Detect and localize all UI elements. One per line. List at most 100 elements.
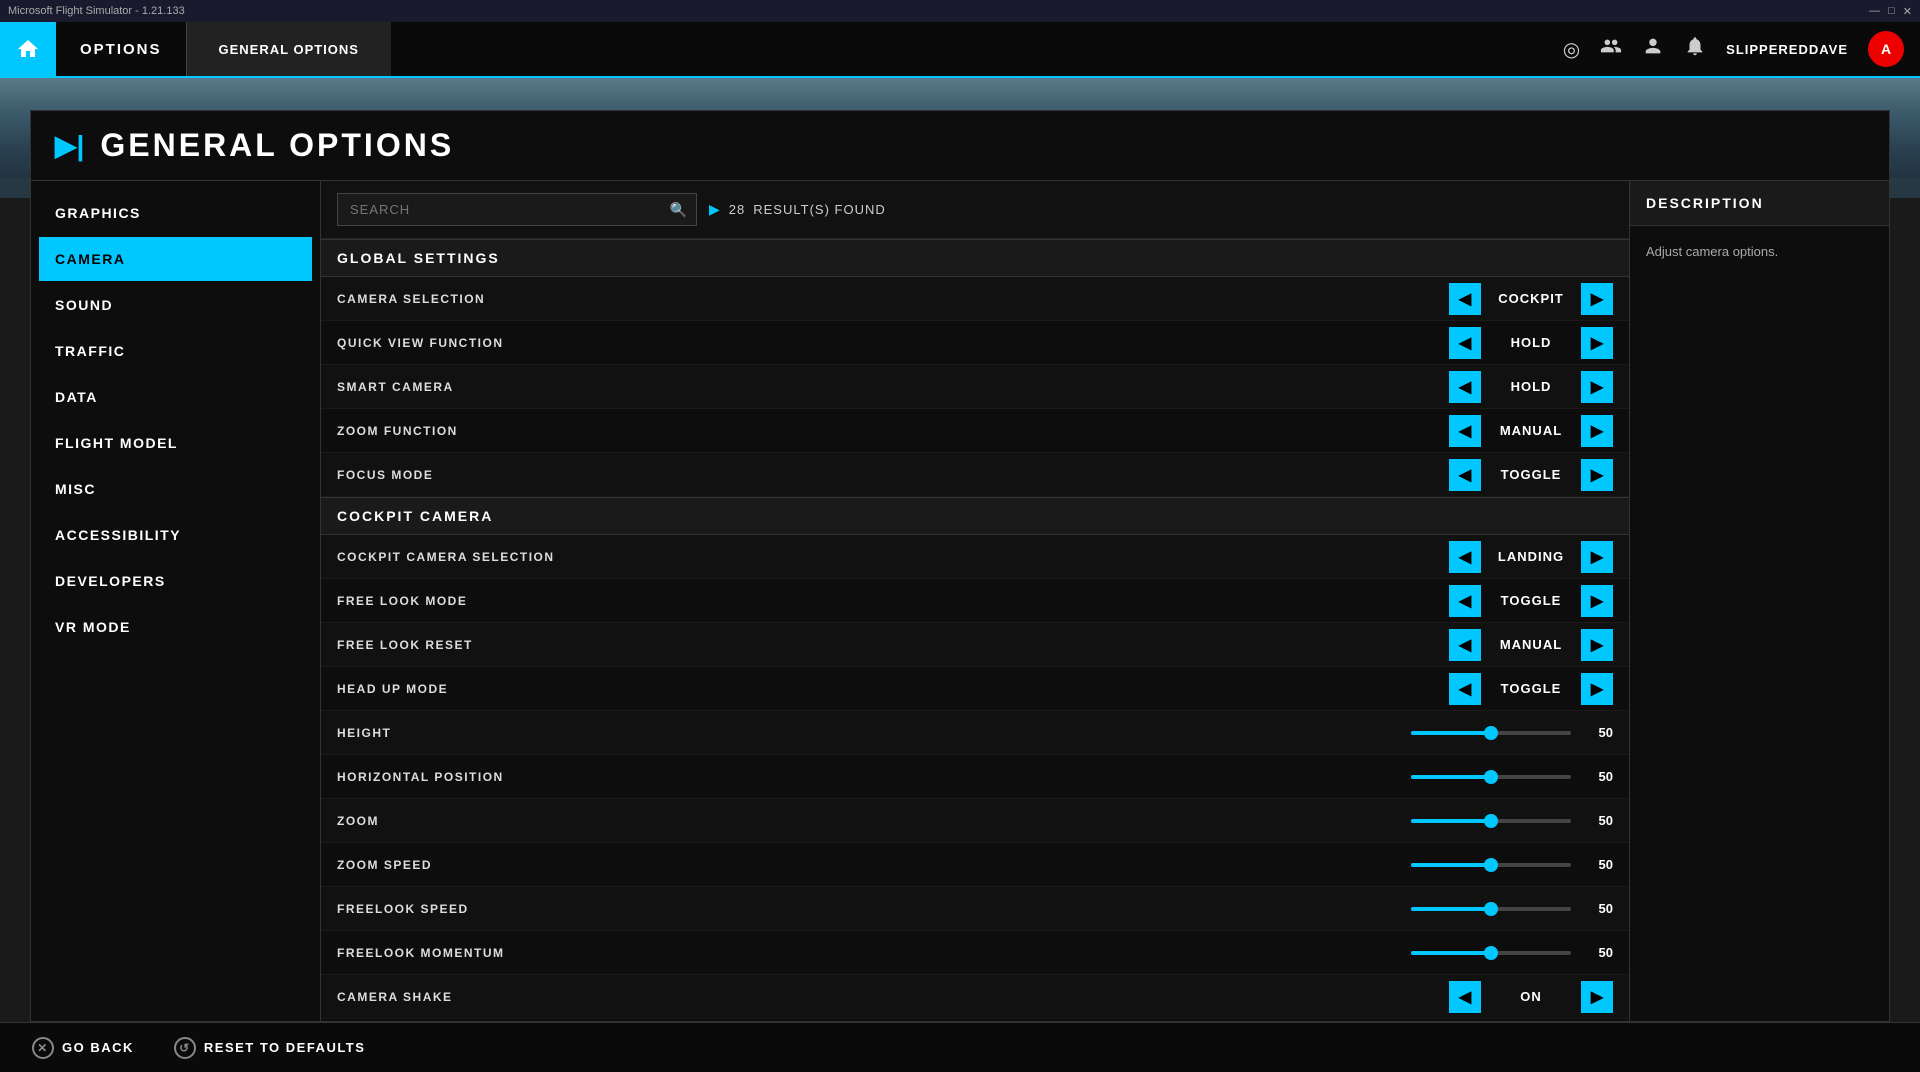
setting-control-zoom-function: ◀MANUAL▶ — [1413, 415, 1613, 447]
titlebar-controls[interactable]: — □ ✕ — [1869, 5, 1912, 18]
setting-label-focus-mode: FOCUS MODE — [337, 468, 1413, 482]
setting-row-free-look-mode: FREE LOOK MODE◀TOGGLE▶ — [321, 579, 1629, 623]
sidebar-item-accessibility[interactable]: ACCESSIBILITY — [39, 513, 312, 557]
page-title: GENERAL OPTIONS — [100, 127, 454, 164]
slider-fill-height — [1411, 731, 1491, 735]
value-quick-view-function: HOLD — [1481, 335, 1581, 350]
prev-btn-head-up-mode[interactable]: ◀ — [1449, 673, 1481, 705]
sidebar-item-data[interactable]: DATA — [39, 375, 312, 419]
next-btn-free-look-mode[interactable]: ▶ — [1581, 585, 1613, 617]
notification-icon[interactable] — [1684, 35, 1706, 63]
slider-value-freelook-momentum: 50 — [1583, 945, 1613, 960]
slider-thumb-freelook-speed[interactable] — [1484, 902, 1498, 916]
main-content: ▶| GENERAL OPTIONS GRAPHICSCAMERASOUNDTR… — [30, 110, 1890, 1022]
slider-thumb-freelook-momentum[interactable] — [1484, 946, 1498, 960]
slider-track-freelook-momentum[interactable] — [1411, 951, 1571, 955]
setting-row-freelook-momentum: FREELOOK MOMENTUM50 — [321, 931, 1629, 975]
next-btn-camera-shake[interactable]: ▶ — [1581, 981, 1613, 1013]
description-text: Adjust camera options. — [1630, 226, 1889, 278]
slider-track-zoom[interactable] — [1411, 819, 1571, 823]
next-btn-head-up-mode[interactable]: ▶ — [1581, 673, 1613, 705]
prev-btn-camera-shake[interactable]: ◀ — [1449, 981, 1481, 1013]
setting-control-cockpit-camera-selection: ◀LANDING▶ — [1413, 541, 1613, 573]
slider-control-freelook-speed: 50 — [1393, 901, 1613, 916]
setting-row-freelook-speed: FREELOOK SPEED50 — [321, 887, 1629, 931]
setting-label-zoom-speed: ZOOM SPEED — [337, 858, 1393, 872]
close-button[interactable]: ✕ — [1903, 5, 1912, 18]
setting-row-head-up-mode: HEAD UP MODE◀TOGGLE▶ — [321, 667, 1629, 711]
prev-btn-smart-camera[interactable]: ◀ — [1449, 371, 1481, 403]
slider-thumb-horizontal-position[interactable] — [1484, 770, 1498, 784]
value-cockpit-camera-selection: LANDING — [1481, 549, 1581, 564]
value-free-look-mode: TOGGLE — [1481, 593, 1581, 608]
prev-btn-zoom-function[interactable]: ◀ — [1449, 415, 1481, 447]
sidebar-item-vr-mode[interactable]: VR MODE — [39, 605, 312, 649]
setting-label-free-look-mode: FREE LOOK MODE — [337, 594, 1413, 608]
next-btn-focus-mode[interactable]: ▶ — [1581, 459, 1613, 491]
sidebar-item-camera[interactable]: CAMERA — [39, 237, 312, 281]
setting-label-camera-shake: CAMERA SHAKE — [337, 990, 1413, 1004]
home-button[interactable] — [0, 21, 56, 77]
next-btn-quick-view-function[interactable]: ▶ — [1581, 327, 1613, 359]
slider-track-freelook-speed[interactable] — [1411, 907, 1571, 911]
marketplace-icon[interactable]: ◎ — [1563, 37, 1580, 62]
setting-row-quick-view-function: QUICK VIEW FUNCTION◀HOLD▶ — [321, 321, 1629, 365]
setting-control-camera-shake: ◀ON▶ — [1413, 981, 1613, 1013]
next-btn-cockpit-camera-selection[interactable]: ▶ — [1581, 541, 1613, 573]
avatar[interactable]: A — [1868, 31, 1904, 67]
slider-control-horizontal-position: 50 — [1393, 769, 1613, 784]
search-icon: 🔍 — [670, 201, 687, 218]
prev-btn-quick-view-function[interactable]: ◀ — [1449, 327, 1481, 359]
setting-label-zoom-function: ZOOM FUNCTION — [337, 424, 1413, 438]
setting-label-camera-selection: CAMERA SELECTION — [337, 292, 1413, 306]
go-back-button[interactable]: ✕ GO BACK — [32, 1037, 134, 1059]
description-panel: DESCRIPTION Adjust camera options. — [1629, 181, 1889, 1021]
value-camera-shake: ON — [1481, 989, 1581, 1004]
slider-value-height: 50 — [1583, 725, 1613, 740]
community-icon[interactable] — [1600, 35, 1622, 63]
go-back-icon: ✕ — [32, 1037, 54, 1059]
slider-track-horizontal-position[interactable] — [1411, 775, 1571, 779]
sidebar-item-sound[interactable]: SOUND — [39, 283, 312, 327]
maximize-button[interactable]: □ — [1888, 5, 1895, 18]
value-head-up-mode: TOGGLE — [1481, 681, 1581, 696]
setting-label-smart-camera: SMART CAMERA — [337, 380, 1413, 394]
setting-row-cockpit-camera-selection: COCKPIT CAMERA SELECTION◀LANDING▶ — [321, 535, 1629, 579]
slider-fill-horizontal-position — [1411, 775, 1491, 779]
setting-row-zoom-speed: ZOOM SPEED 50 — [321, 843, 1629, 887]
page-title-icon: ▶| — [55, 129, 84, 162]
setting-control-free-look-reset: ◀MANUAL▶ — [1413, 629, 1613, 661]
slider-track-height[interactable] — [1411, 731, 1571, 735]
sidebar-item-traffic[interactable]: TRAFFIC — [39, 329, 312, 373]
next-btn-camera-selection[interactable]: ▶ — [1581, 283, 1613, 315]
slider-value-zoom-speed: 50 — [1583, 857, 1613, 872]
next-btn-smart-camera[interactable]: ▶ — [1581, 371, 1613, 403]
search-bar: 🔍 ▶ 28 RESULT(S) FOUND — [321, 181, 1629, 239]
tab-general-options[interactable]: GENERAL OPTIONS — [186, 22, 391, 76]
slider-track-zoom-speed[interactable] — [1411, 863, 1571, 867]
slider-thumb-height[interactable] — [1484, 726, 1498, 740]
minimize-button[interactable]: — — [1869, 5, 1880, 18]
slider-thumb-zoom[interactable] — [1484, 814, 1498, 828]
sidebar-item-graphics[interactable]: GRAPHICS — [39, 191, 312, 235]
profile-icon[interactable] — [1642, 35, 1664, 63]
prev-btn-free-look-mode[interactable]: ◀ — [1449, 585, 1481, 617]
prev-btn-free-look-reset[interactable]: ◀ — [1449, 629, 1481, 661]
sidebar-item-misc[interactable]: MISC — [39, 467, 312, 511]
next-btn-free-look-reset[interactable]: ▶ — [1581, 629, 1613, 661]
setting-control-free-look-mode: ◀TOGGLE▶ — [1413, 585, 1613, 617]
search-results-arrow: ▶ — [709, 201, 721, 218]
prev-btn-camera-selection[interactable]: ◀ — [1449, 283, 1481, 315]
search-input[interactable] — [337, 193, 697, 226]
reset-defaults-button[interactable]: ↺ RESET TO DEFAULTS — [174, 1037, 366, 1059]
slider-thumb-zoom-speed[interactable] — [1484, 858, 1498, 872]
setting-row-smart-camera: SMART CAMERA◀HOLD▶ — [321, 365, 1629, 409]
sidebar-item-developers[interactable]: DEVELOPERS — [39, 559, 312, 603]
next-btn-zoom-function[interactable]: ▶ — [1581, 415, 1613, 447]
prev-btn-focus-mode[interactable]: ◀ — [1449, 459, 1481, 491]
sidebar-item-flight-model[interactable]: FLIGHT MODEL — [39, 421, 312, 465]
search-results-label: RESULT(S) FOUND — [753, 202, 885, 217]
setting-row-flashlight-mode: FLASHLIGHT MODE◀AUTO▶ — [321, 1019, 1629, 1021]
bottom-bar: ✕ GO BACK ↺ RESET TO DEFAULTS — [0, 1022, 1920, 1072]
prev-btn-cockpit-camera-selection[interactable]: ◀ — [1449, 541, 1481, 573]
